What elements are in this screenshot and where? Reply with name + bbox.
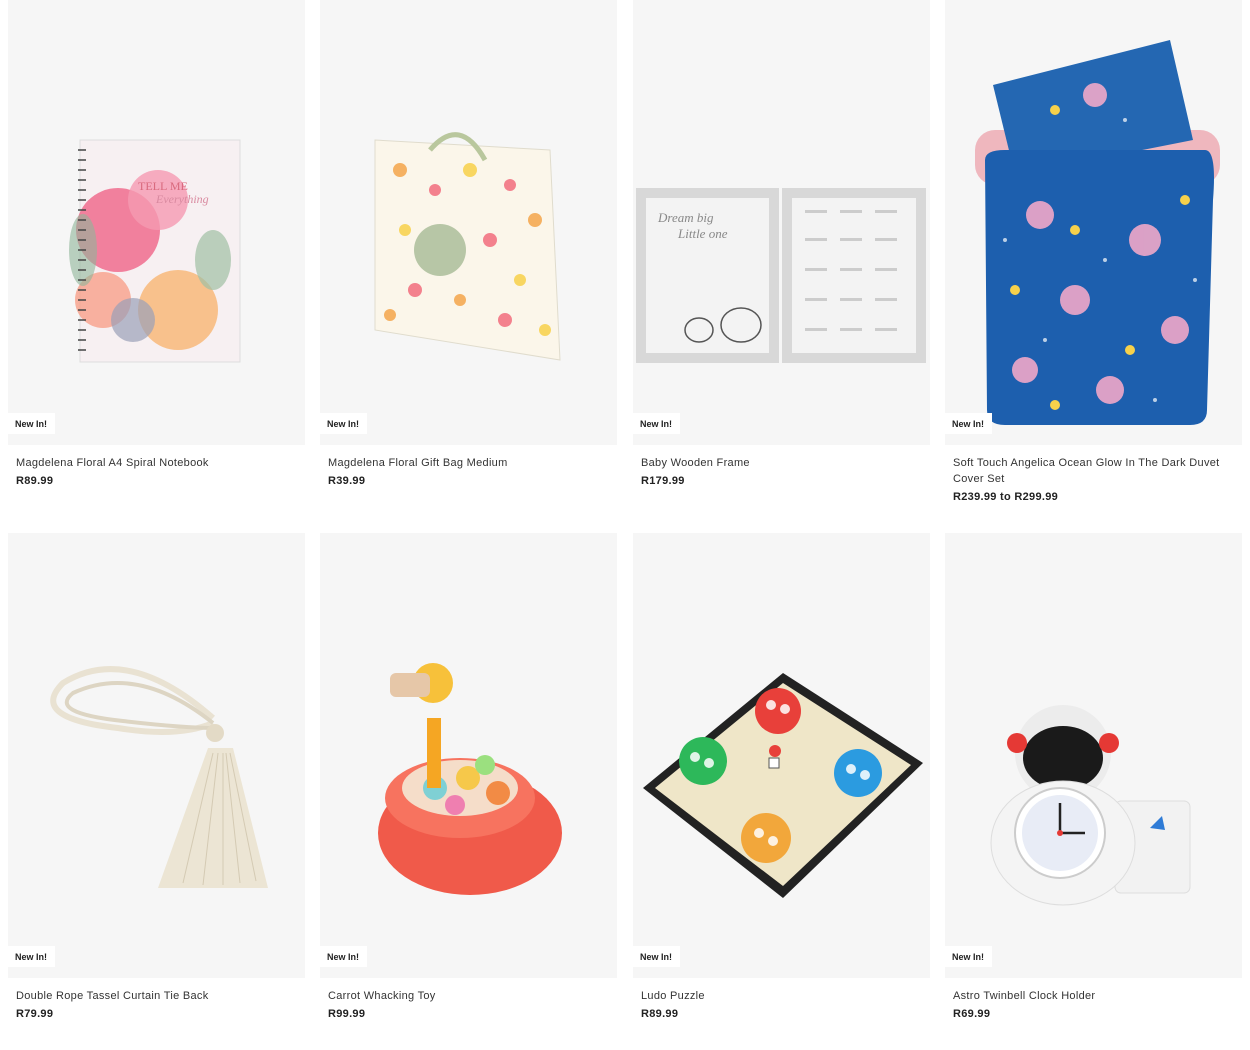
floral-gift-bag-image bbox=[374, 132, 561, 361]
product-image-floral-gift-bag[interactable]: New In! bbox=[320, 0, 617, 445]
new-in-badge: New In! bbox=[633, 413, 681, 434]
new-in-badge: New In! bbox=[945, 413, 993, 434]
product-price: R89.99 bbox=[16, 475, 54, 487]
notebook-cover-line-1: TELL ME bbox=[138, 179, 188, 193]
product-price: R69.99 bbox=[953, 1008, 991, 1020]
product-card[interactable]: Dream big Little one New In! Baby Wooden… bbox=[633, 0, 930, 487]
new-in-badge: New In! bbox=[8, 946, 56, 967]
product-name[interactable]: Astro Twinbell Clock Holder bbox=[953, 988, 1234, 1004]
frame-text-line-1: Dream big bbox=[657, 210, 714, 225]
product-name[interactable]: Magdelena Floral A4 Spiral Notebook bbox=[16, 455, 297, 471]
product-name[interactable]: Carrot Whacking Toy bbox=[328, 988, 609, 1004]
new-in-badge: New In! bbox=[320, 413, 368, 434]
product-price: R79.99 bbox=[16, 1008, 54, 1020]
product-name[interactable]: Soft Touch Angelica Ocean Glow In The Da… bbox=[953, 455, 1234, 487]
rope-tassel-image bbox=[50, 666, 268, 888]
new-in-badge: New In! bbox=[320, 946, 368, 967]
product-grid: TELL ME Everything New In! Magdelena Flo… bbox=[0, 0, 1250, 1050]
astronaut-clock-image bbox=[990, 705, 1191, 906]
new-in-badge: New In! bbox=[8, 413, 56, 434]
product-image-floral-notebook[interactable]: TELL ME Everything New In! bbox=[8, 0, 305, 445]
product-image-baby-frame[interactable]: Dream big Little one New In! bbox=[633, 0, 930, 445]
product-image-ludo-board[interactable]: New In! bbox=[633, 533, 930, 978]
product-card[interactable]: New In! Soft Touch Angelica Ocean Glow I… bbox=[945, 0, 1242, 503]
product-name[interactable]: Baby Wooden Frame bbox=[641, 455, 922, 471]
product-card[interactable]: New In! Magdelena Floral Gift Bag Medium… bbox=[320, 0, 617, 487]
new-in-badge: New In! bbox=[945, 946, 993, 967]
product-price: R179.99 bbox=[641, 475, 685, 487]
product-price: R239.99 to R299.99 bbox=[953, 491, 1059, 503]
product-image-whacking-toy[interactable]: New In! bbox=[320, 533, 617, 978]
notebook-cover-line-2: Everything bbox=[155, 192, 209, 206]
floral-notebook-image: TELL ME Everything bbox=[69, 139, 241, 363]
ludo-board-image bbox=[643, 673, 923, 898]
product-image-astronaut-clock[interactable]: New In! bbox=[945, 533, 1242, 978]
frame-text-line-2: Little one bbox=[677, 226, 728, 241]
ocean-duvet-image bbox=[975, 40, 1220, 425]
product-card[interactable]: TELL ME Everything New In! Magdelena Flo… bbox=[8, 0, 305, 487]
product-name[interactable]: Magdelena Floral Gift Bag Medium bbox=[328, 455, 609, 471]
product-price: R89.99 bbox=[641, 1008, 679, 1020]
product-name[interactable]: Double Rope Tassel Curtain Tie Back bbox=[16, 988, 297, 1004]
product-card[interactable]: New In! Double Rope Tassel Curtain Tie B… bbox=[8, 533, 305, 1020]
product-card[interactable]: New In! Ludo Puzzle R89.99 bbox=[633, 533, 930, 1020]
whacking-toy-image bbox=[378, 663, 562, 895]
product-price: R39.99 bbox=[328, 475, 366, 487]
product-price: R99.99 bbox=[328, 1008, 366, 1020]
new-in-badge: New In! bbox=[633, 946, 681, 967]
product-card[interactable]: New In! Astro Twinbell Clock Holder R69.… bbox=[945, 533, 1242, 1020]
baby-frame-image: Dream big Little one bbox=[636, 188, 926, 363]
product-name[interactable]: Ludo Puzzle bbox=[641, 988, 922, 1004]
product-card[interactable]: New In! Carrot Whacking Toy R99.99 bbox=[320, 533, 617, 1020]
product-image-ocean-duvet[interactable]: New In! bbox=[945, 0, 1242, 445]
product-image-rope-tassel[interactable]: New In! bbox=[8, 533, 305, 978]
